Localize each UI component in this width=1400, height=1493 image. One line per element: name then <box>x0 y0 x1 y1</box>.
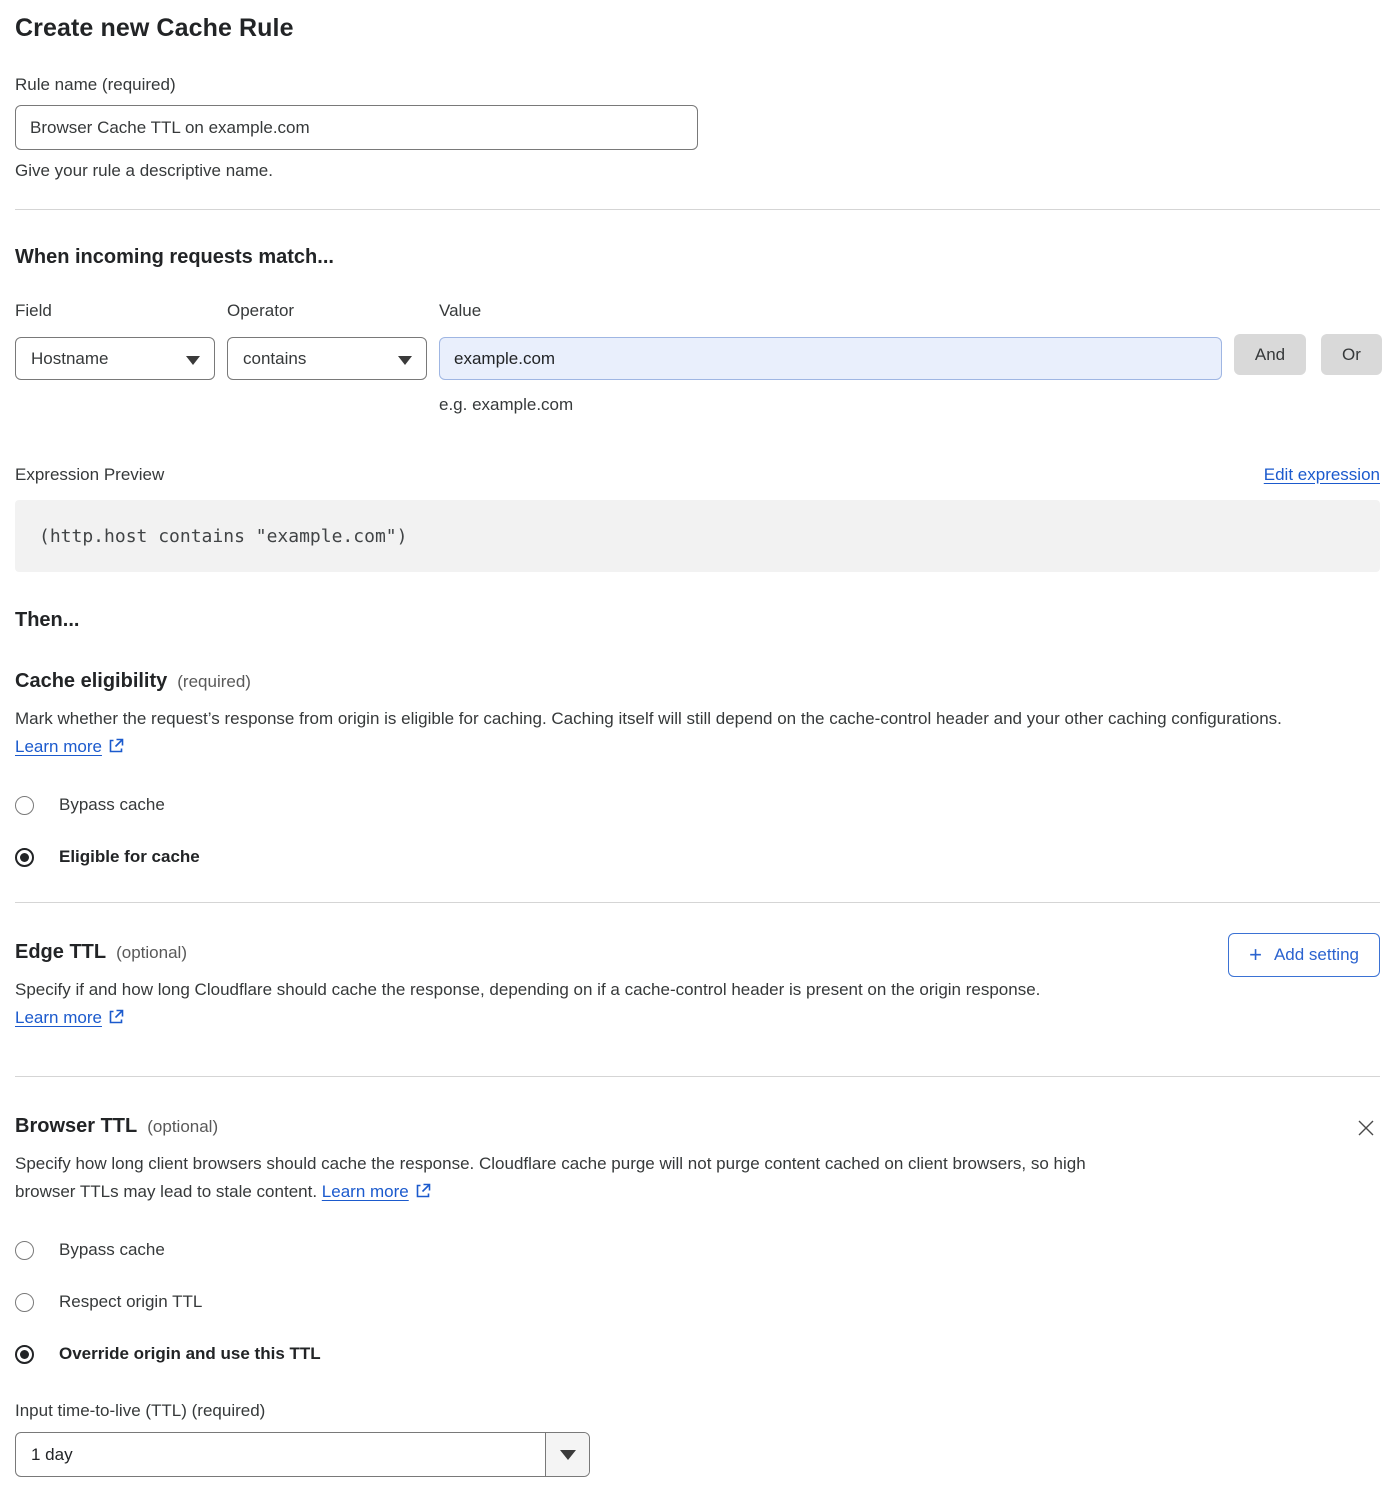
or-button[interactable]: Or <box>1321 334 1382 375</box>
edge-ttl-header: Edge TTL (optional) <box>15 941 1380 964</box>
cache-eligibility-title: Cache eligibility <box>15 670 167 693</box>
operator-column: Operator contains <box>227 301 427 380</box>
field-select-value: Hostname <box>31 349 108 369</box>
expression-text: (http.host contains "example.com") <box>39 526 407 547</box>
radio-selected-icon[interactable] <box>15 848 34 867</box>
radio-browser-bypass-cache[interactable]: Bypass cache <box>15 1240 1380 1260</box>
browser-ttl-optional-tag: (optional) <box>147 1117 218 1137</box>
edge-ttl-description-text: Specify if and how long Cloudflare shoul… <box>15 980 1040 999</box>
radio-label: Override origin and use this TTL <box>59 1344 321 1364</box>
radio-eligible-for-cache[interactable]: Eligible for cache <box>15 847 1380 867</box>
edge-ttl-section: + Add setting Edge TTL (optional) Specif… <box>15 941 1380 1034</box>
edge-ttl-description: Specify if and how long Cloudflare shoul… <box>15 976 1115 1034</box>
section-divider <box>15 209 1380 210</box>
radio-bypass-cache[interactable]: Bypass cache <box>15 795 1380 815</box>
and-or-buttons: And Or <box>1234 301 1382 375</box>
cache-eligibility-header: Cache eligibility (required) <box>15 670 1380 693</box>
radio-selected-icon[interactable] <box>15 1345 34 1364</box>
add-setting-label: Add setting <box>1274 945 1359 965</box>
cache-eligibility-description-text: Mark whether the request’s response from… <box>15 709 1282 728</box>
edge-ttl-learn-more-link[interactable]: Learn more <box>15 1008 102 1027</box>
section-divider <box>15 1076 1380 1077</box>
radio-label: Bypass cache <box>59 1240 165 1260</box>
field-column: Field Hostname <box>15 301 215 380</box>
value-help: e.g. example.com <box>439 395 1222 415</box>
edge-ttl-title: Edge TTL <box>15 941 106 964</box>
external-link-icon <box>108 1006 124 1034</box>
edge-ttl-optional-tag: (optional) <box>116 943 187 963</box>
ttl-select[interactable]: 1 day <box>15 1432 590 1477</box>
radio-override-origin-ttl[interactable]: Override origin and use this TTL <box>15 1344 1380 1364</box>
radio-icon[interactable] <box>15 1241 34 1260</box>
value-label: Value <box>439 301 1222 321</box>
browser-ttl-section: Browser TTL (optional) Specify how long … <box>15 1115 1380 1477</box>
cache-eligibility-section: Cache eligibility (required) Mark whethe… <box>15 670 1380 867</box>
rule-name-input[interactable] <box>15 105 698 150</box>
radio-label: Bypass cache <box>59 795 165 815</box>
cache-eligibility-learn-more-link[interactable]: Learn more <box>15 737 102 756</box>
expression-header: Expression Preview Edit expression <box>15 465 1380 485</box>
external-link-icon <box>415 1180 431 1208</box>
browser-ttl-description: Specify how long client browsers should … <box>15 1150 1115 1208</box>
browser-ttl-description-text: Specify how long client browsers should … <box>15 1154 1086 1201</box>
chevron-down-icon <box>186 356 200 365</box>
browser-ttl-title: Browser TTL <box>15 1115 137 1138</box>
close-icon[interactable] <box>1354 1117 1378 1141</box>
field-label: Field <box>15 301 215 321</box>
radio-icon[interactable] <box>15 796 34 815</box>
cache-eligibility-required-tag: (required) <box>177 672 251 692</box>
expression-preview-box: (http.host contains "example.com") <box>15 500 1380 572</box>
add-setting-button[interactable]: + Add setting <box>1228 933 1380 977</box>
condition-row: Field Hostname Operator contains Value e… <box>15 301 1380 415</box>
and-button[interactable]: And <box>1234 334 1306 375</box>
operator-label: Operator <box>227 301 427 321</box>
radio-respect-origin-ttl[interactable]: Respect origin TTL <box>15 1292 1380 1312</box>
ttl-input-label: Input time-to-live (TTL) (required) <box>15 1401 1380 1421</box>
edit-expression-link[interactable]: Edit expression <box>1264 465 1380 485</box>
browser-ttl-learn-more-link[interactable]: Learn more <box>322 1182 409 1201</box>
radio-label: Eligible for cache <box>59 847 200 867</box>
radio-icon[interactable] <box>15 1293 34 1312</box>
expression-preview-label: Expression Preview <box>15 465 164 485</box>
cache-eligibility-description: Mark whether the request’s response from… <box>15 705 1380 763</box>
operator-select[interactable]: contains <box>227 337 427 380</box>
operator-select-value: contains <box>243 349 306 369</box>
rule-name-help: Give your rule a descriptive name. <box>15 161 1380 181</box>
value-column: Value e.g. example.com <box>439 301 1222 415</box>
then-heading: Then... <box>15 609 1380 632</box>
plus-icon: + <box>1249 944 1262 966</box>
chevron-down-icon[interactable] <box>545 1433 589 1476</box>
field-select[interactable]: Hostname <box>15 337 215 380</box>
rule-name-label: Rule name (required) <box>15 75 1380 95</box>
chevron-down-icon <box>398 356 412 365</box>
radio-label: Respect origin TTL <box>59 1292 202 1312</box>
ttl-select-value: 1 day <box>16 1433 545 1476</box>
external-link-icon <box>108 735 124 763</box>
browser-ttl-header: Browser TTL (optional) <box>15 1115 1380 1138</box>
section-divider <box>15 902 1380 903</box>
page-title: Create new Cache Rule <box>15 14 1380 43</box>
create-cache-rule-form: Create new Cache Rule Rule name (require… <box>0 0 1400 1493</box>
value-input[interactable] <box>439 337 1222 380</box>
match-heading: When incoming requests match... <box>15 246 1380 269</box>
